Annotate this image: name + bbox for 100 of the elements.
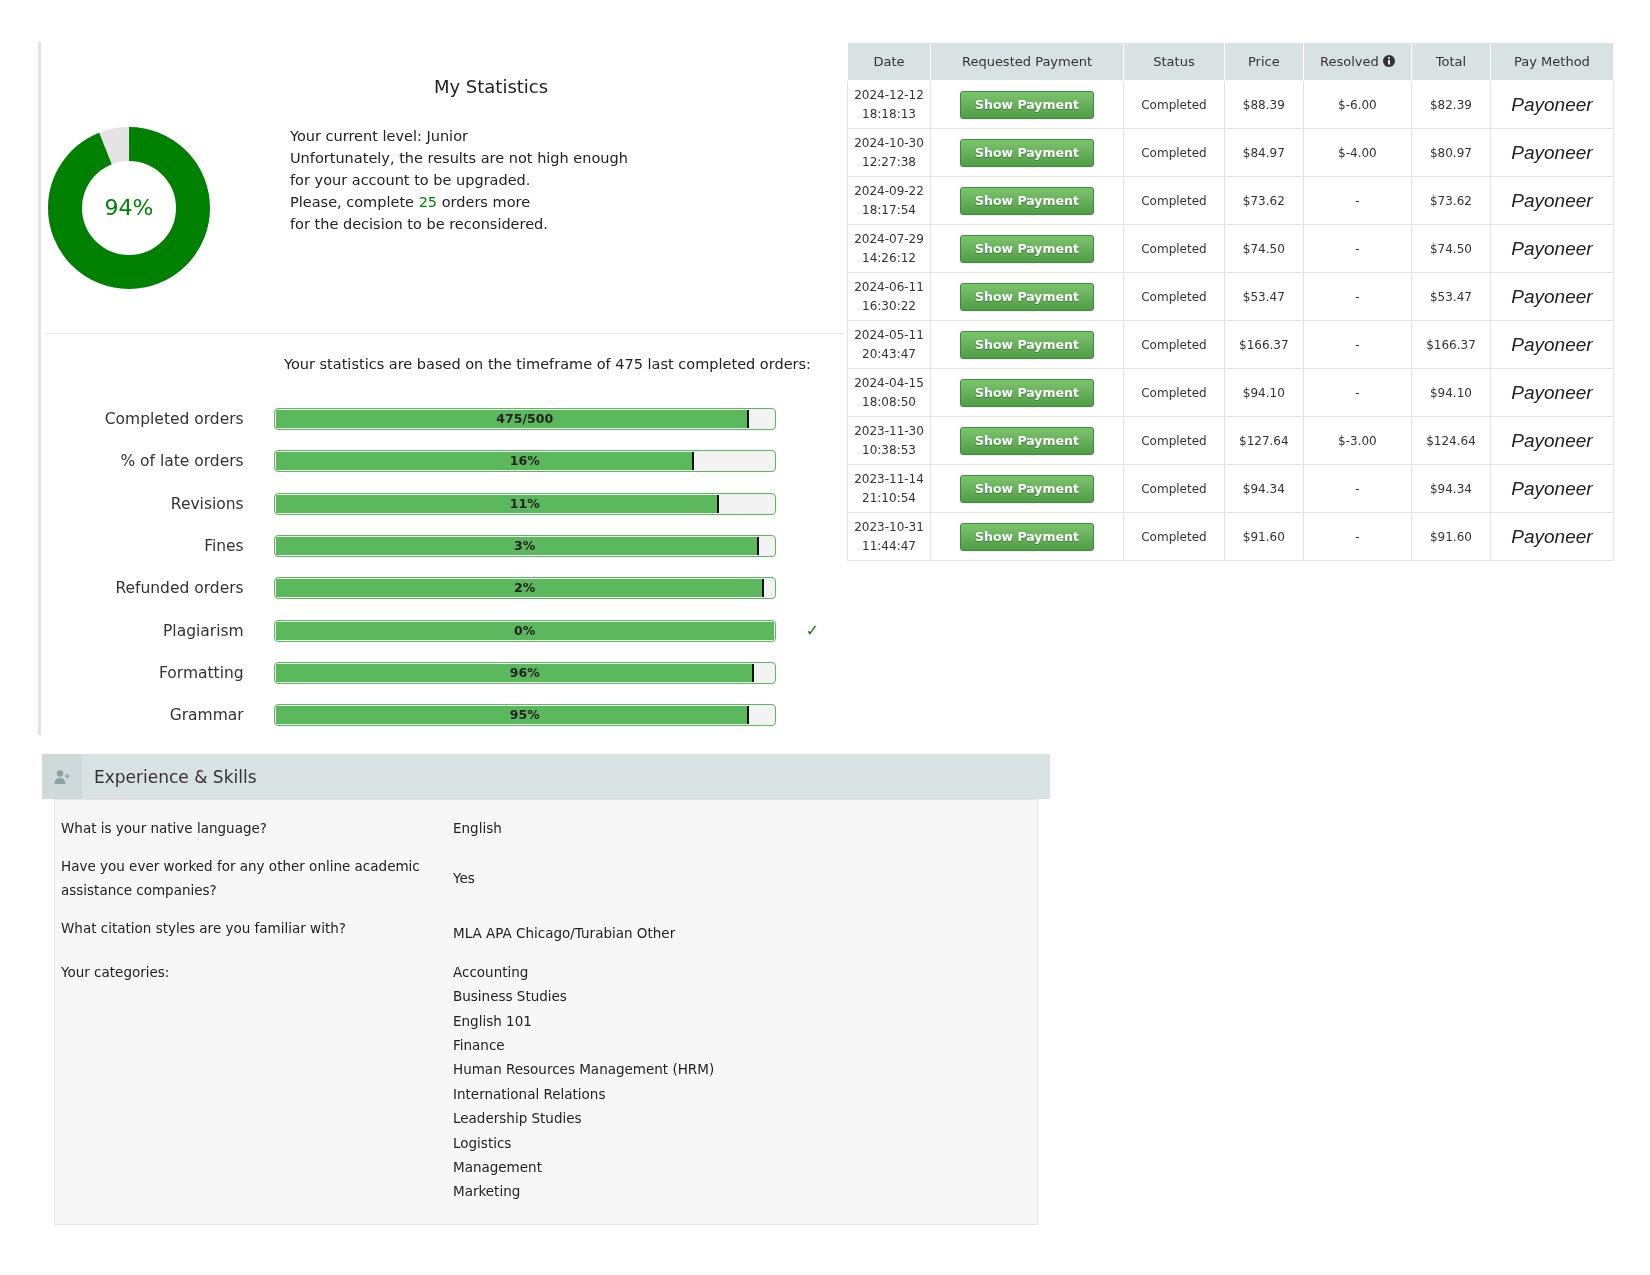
table-cell: - bbox=[1303, 464, 1412, 513]
status-message-line: Your current level: Junior bbox=[290, 127, 469, 146]
metric-label: Grammar bbox=[168, 706, 244, 725]
table-cell: $94.10 bbox=[1411, 368, 1491, 417]
table-cell: 2024-05-11 20:43:47 bbox=[847, 320, 931, 369]
show-payment-button[interactable]: Show Payment bbox=[960, 522, 1094, 551]
payment-method-logo: Payoneer bbox=[1511, 525, 1593, 547]
table-cell: - bbox=[1303, 320, 1412, 369]
column-header: Price bbox=[1224, 42, 1304, 81]
table-cell: 2024-06-11 16:30:22 bbox=[847, 272, 931, 321]
payment-method-logo: Payoneer bbox=[1511, 237, 1593, 259]
show-payment-button[interactable]: Show Payment bbox=[960, 138, 1094, 167]
table-cell: $80.97 bbox=[1411, 128, 1491, 177]
table-cell: - bbox=[1303, 368, 1412, 417]
payment-method-logo: Payoneer bbox=[1511, 189, 1593, 211]
info-icon[interactable] bbox=[1382, 55, 1395, 67]
table-cell: Completed bbox=[1123, 512, 1225, 561]
table-cell: $53.47 bbox=[1411, 272, 1491, 321]
table-cell: $82.39 bbox=[1411, 80, 1491, 129]
answer-text: International Relations bbox=[453, 1084, 607, 1104]
column-header: Date bbox=[847, 42, 931, 81]
table-cell: Completed bbox=[1123, 176, 1225, 225]
payment-method-logo: Payoneer bbox=[1511, 429, 1593, 451]
table-cell: $91.60 bbox=[1411, 512, 1491, 561]
metric-value: 16% bbox=[509, 452, 540, 471]
metric-value: 96% bbox=[509, 663, 540, 682]
question-text: What citation styles are you familiar with? bbox=[61, 919, 347, 939]
show-payment-button[interactable]: Show Payment bbox=[960, 186, 1094, 215]
status-message-line: for your account to be upgraded. bbox=[290, 171, 532, 190]
table-cell: $73.62 bbox=[1411, 176, 1491, 225]
table-cell: Completed bbox=[1123, 272, 1225, 321]
table-cell: 2023-11-30 10:38:53 bbox=[847, 416, 931, 465]
table-cell: $166.37 bbox=[1411, 320, 1491, 369]
question-text: Your categories: bbox=[61, 962, 171, 982]
table-cell: Completed bbox=[1123, 128, 1225, 177]
table-cell: - bbox=[1303, 224, 1412, 273]
show-payment-button[interactable]: Show Payment bbox=[960, 426, 1094, 455]
metric-label: % of late orders bbox=[119, 452, 244, 471]
column-header: Pay Method bbox=[1490, 42, 1614, 81]
answer-text: Leadership Studies bbox=[453, 1109, 583, 1129]
metric-value: 0% bbox=[514, 621, 536, 640]
table-cell: 2024-07-29 14:26:12 bbox=[847, 224, 931, 273]
answer-text: Finance bbox=[453, 1036, 506, 1056]
status-message-line: for the decision to be reconsidered. bbox=[290, 215, 549, 234]
table-cell: - bbox=[1303, 512, 1412, 561]
table-cell: $74.50 bbox=[1411, 224, 1491, 273]
table-cell: 2024-04-15 18:08:50 bbox=[847, 368, 931, 417]
show-payment-button[interactable]: Show Payment bbox=[960, 90, 1094, 119]
table-cell: $84.97 bbox=[1224, 128, 1304, 177]
table-cell: $88.39 bbox=[1224, 80, 1304, 129]
metric-label: Plagiarism bbox=[162, 621, 244, 640]
metric-label: Revisions bbox=[169, 494, 244, 513]
column-header: Resolved bbox=[1303, 42, 1412, 81]
table-cell: 2024-12-12 18:18:13 bbox=[847, 80, 931, 129]
table-cell: $74.50 bbox=[1224, 224, 1304, 273]
status-message-line: Unfortunately, the results are not high enough bbox=[290, 149, 628, 168]
metric-value: 475/500 bbox=[496, 410, 554, 429]
answer-text: MLA APA Chicago/Turabian Other bbox=[453, 924, 676, 944]
metric-label: Formatting bbox=[158, 663, 244, 682]
donut-percentage: 94% bbox=[104, 194, 154, 222]
table-cell: $127.64 bbox=[1224, 416, 1304, 465]
table-cell: 2024-10-30 12:27:38 bbox=[847, 128, 931, 177]
check-mark: ✓ bbox=[805, 621, 820, 641]
table-cell: Completed bbox=[1123, 368, 1225, 417]
table-cell: $94.34 bbox=[1411, 464, 1491, 513]
answer-text: Logistics bbox=[453, 1133, 513, 1153]
table-cell: 2023-10-31 11:44:47 bbox=[847, 512, 931, 561]
table-cell: $-6.00 bbox=[1303, 80, 1412, 129]
table-cell: - bbox=[1303, 176, 1412, 225]
answer-text: Marketing bbox=[453, 1182, 522, 1202]
section-title: Experience & Skills bbox=[94, 766, 257, 787]
metric-label: Completed orders bbox=[103, 410, 244, 429]
show-payment-button[interactable]: Show Payment bbox=[960, 282, 1094, 311]
payment-method-logo: Payoneer bbox=[1511, 93, 1593, 115]
metric-label: Refunded orders bbox=[114, 579, 244, 598]
table-cell: Completed bbox=[1123, 464, 1225, 513]
payment-method-logo: Payoneer bbox=[1511, 381, 1593, 403]
answer-text: Business Studies bbox=[453, 987, 568, 1007]
table-cell: $94.10 bbox=[1224, 368, 1304, 417]
payment-method-logo: Payoneer bbox=[1511, 477, 1593, 499]
table-cell: Completed bbox=[1123, 80, 1225, 129]
table-cell: - bbox=[1303, 272, 1412, 321]
table-cell: $124.64 bbox=[1411, 416, 1491, 465]
show-payment-button[interactable]: Show Payment bbox=[960, 234, 1094, 263]
metric-label: Fines bbox=[203, 537, 244, 556]
answer-text: English bbox=[453, 819, 502, 838]
table-cell: 2024-09-22 18:17:54 bbox=[847, 176, 931, 225]
answer-text: Yes bbox=[453, 869, 475, 889]
show-payment-button[interactable]: Show Payment bbox=[960, 474, 1094, 503]
show-payment-button[interactable]: Show Payment bbox=[960, 378, 1094, 407]
payment-method-logo: Payoneer bbox=[1511, 141, 1593, 163]
question-text: Have you ever worked for any other online academic assistance companies? bbox=[61, 857, 421, 901]
question-text: What is your native language? bbox=[61, 819, 268, 838]
timeframe-note: Your statistics are based on the timeframe of 475 last completed orders: bbox=[284, 356, 812, 372]
table-cell: $91.60 bbox=[1224, 512, 1304, 561]
metric-value: 2% bbox=[514, 579, 536, 598]
show-payment-button[interactable]: Show Payment bbox=[960, 330, 1094, 359]
metric-value: 11% bbox=[509, 494, 540, 513]
column-header: Requested Payment bbox=[930, 42, 1124, 81]
table-cell: Completed bbox=[1123, 224, 1225, 273]
